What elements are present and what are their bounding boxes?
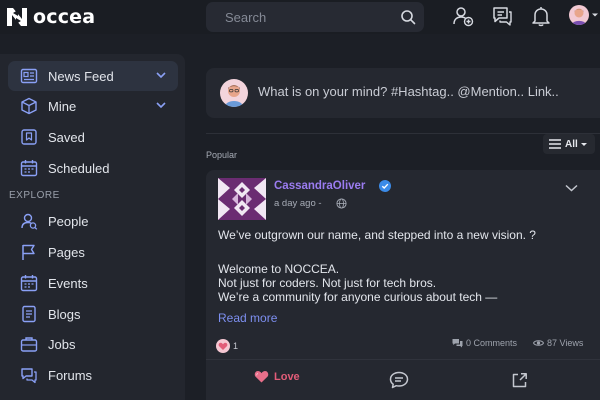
user-avatar-icon	[225, 85, 243, 107]
read-more-link[interactable]: Read more	[218, 311, 277, 325]
logo-text: occea	[33, 6, 96, 28]
feed-filter-button[interactable]: All	[543, 134, 595, 154]
news-feed-icon	[20, 68, 38, 84]
views-count-label: 87 Views	[547, 338, 584, 348]
globe-icon	[336, 198, 347, 209]
sidebar-item-blogs[interactable]: Blogs	[8, 299, 178, 329]
sidebar-item-news-feed[interactable]: News Feed	[8, 61, 178, 91]
share-icon[interactable]	[511, 372, 528, 389]
post-body-line: Welcome to NOCCEA.	[218, 262, 340, 276]
menu-icon	[549, 139, 561, 149]
sidebar-item-saved[interactable]: Saved	[8, 122, 178, 152]
heart-reaction-icon[interactable]	[216, 339, 230, 353]
sidebar-item-scheduled[interactable]: Scheduled	[8, 153, 178, 183]
explore-heading: EXPLORE	[9, 190, 60, 201]
post-author-name[interactable]: CassandraOliver	[274, 180, 365, 192]
views-count: 87 Views	[533, 338, 583, 348]
sidebar-item-pages[interactable]: Pages	[8, 237, 178, 267]
sidebar-item-label: Events	[48, 275, 88, 291]
sidebar-item-label: Pages	[48, 244, 85, 260]
bookmark-icon	[21, 129, 37, 145]
love-button-label: Love	[274, 370, 300, 383]
sidebar-item-mine[interactable]: Mine	[8, 91, 178, 121]
chevron-down-icon[interactable]	[156, 71, 166, 79]
sidebar-item-label: Saved	[48, 129, 85, 145]
sidebar-item-label: Blogs	[48, 306, 81, 322]
feed-divider	[206, 133, 600, 134]
composer-input[interactable]: What is on your mind? #Hashtag.. @Mentio…	[258, 84, 559, 99]
account-menu-caret-icon[interactable]	[592, 12, 598, 18]
add-user-icon[interactable]	[452, 5, 474, 27]
heart-icon	[254, 371, 269, 383]
flag-icon	[22, 244, 35, 260]
comments-count-label: 0 Comments	[466, 338, 518, 348]
post-body-line: We’re a community for anyone curious abo…	[218, 290, 498, 304]
chevron-down-icon[interactable]	[156, 101, 166, 109]
user-avatar-icon	[572, 8, 586, 25]
post-actions-divider	[206, 359, 600, 360]
forum-icon	[21, 368, 37, 384]
eye-icon	[533, 340, 544, 346]
sidebar-item-events[interactable]: Events	[8, 268, 178, 298]
composer-avatar	[220, 79, 248, 107]
search-icon[interactable]	[400, 9, 416, 25]
calendar-icon	[20, 275, 38, 292]
calendar-icon	[20, 160, 38, 177]
cube-icon	[21, 97, 37, 115]
post-timestamp: a day ago -	[274, 198, 322, 209]
geometric-avatar-icon	[218, 178, 266, 220]
sidebar-item-forums[interactable]: Forums	[8, 360, 178, 390]
sidebar-item-label: Forums	[48, 367, 93, 383]
sidebar-item-label: Jobs	[48, 336, 76, 352]
sidebar-item-label: Scheduled	[48, 160, 110, 176]
post-author-avatar[interactable]	[218, 178, 266, 220]
sidebar-item-label: News Feed	[48, 68, 114, 84]
people-icon	[21, 213, 38, 230]
search-box[interactable]: Search	[206, 2, 424, 32]
section-label-popular: Popular	[206, 150, 238, 160]
sidebar-item-jobs[interactable]: Jobs	[8, 329, 178, 359]
sidebar-item-label: People	[48, 213, 89, 229]
comment-icon[interactable]	[389, 371, 409, 389]
bell-icon[interactable]	[530, 5, 552, 27]
top-bar: occea Search	[0, 0, 600, 34]
post-composer[interactable]: What is on your mind? #Hashtag.. @Mentio…	[206, 68, 600, 118]
logo-mark-icon	[6, 7, 32, 27]
user-avatar[interactable]	[569, 5, 589, 25]
briefcase-icon	[20, 337, 38, 352]
verified-badge-icon	[379, 180, 391, 192]
sidebar-item-people[interactable]: People	[8, 206, 178, 236]
logo[interactable]: occea	[6, 6, 96, 28]
chevron-down-icon	[580, 142, 587, 146]
feed-filter-label: All	[565, 138, 578, 150]
search-input[interactable]: Search	[225, 10, 266, 25]
messages-icon[interactable]	[491, 5, 513, 27]
love-button[interactable]: Love	[254, 370, 300, 383]
comments-count[interactable]: 0 Comments	[452, 338, 517, 348]
comments-icon	[452, 339, 463, 348]
post-body-line: We’ve outgrown our name, and stepped int…	[218, 228, 536, 242]
post-options-chevron-icon[interactable]	[565, 184, 578, 192]
post-card: CassandraOliver a day ago - We’ve outgro…	[206, 170, 600, 400]
reaction-count: 1	[233, 341, 239, 351]
document-icon	[22, 305, 36, 323]
sidebar-item-label: Mine	[48, 98, 77, 114]
post-body-line: Not just for coders. Not just for tech b…	[218, 276, 437, 290]
